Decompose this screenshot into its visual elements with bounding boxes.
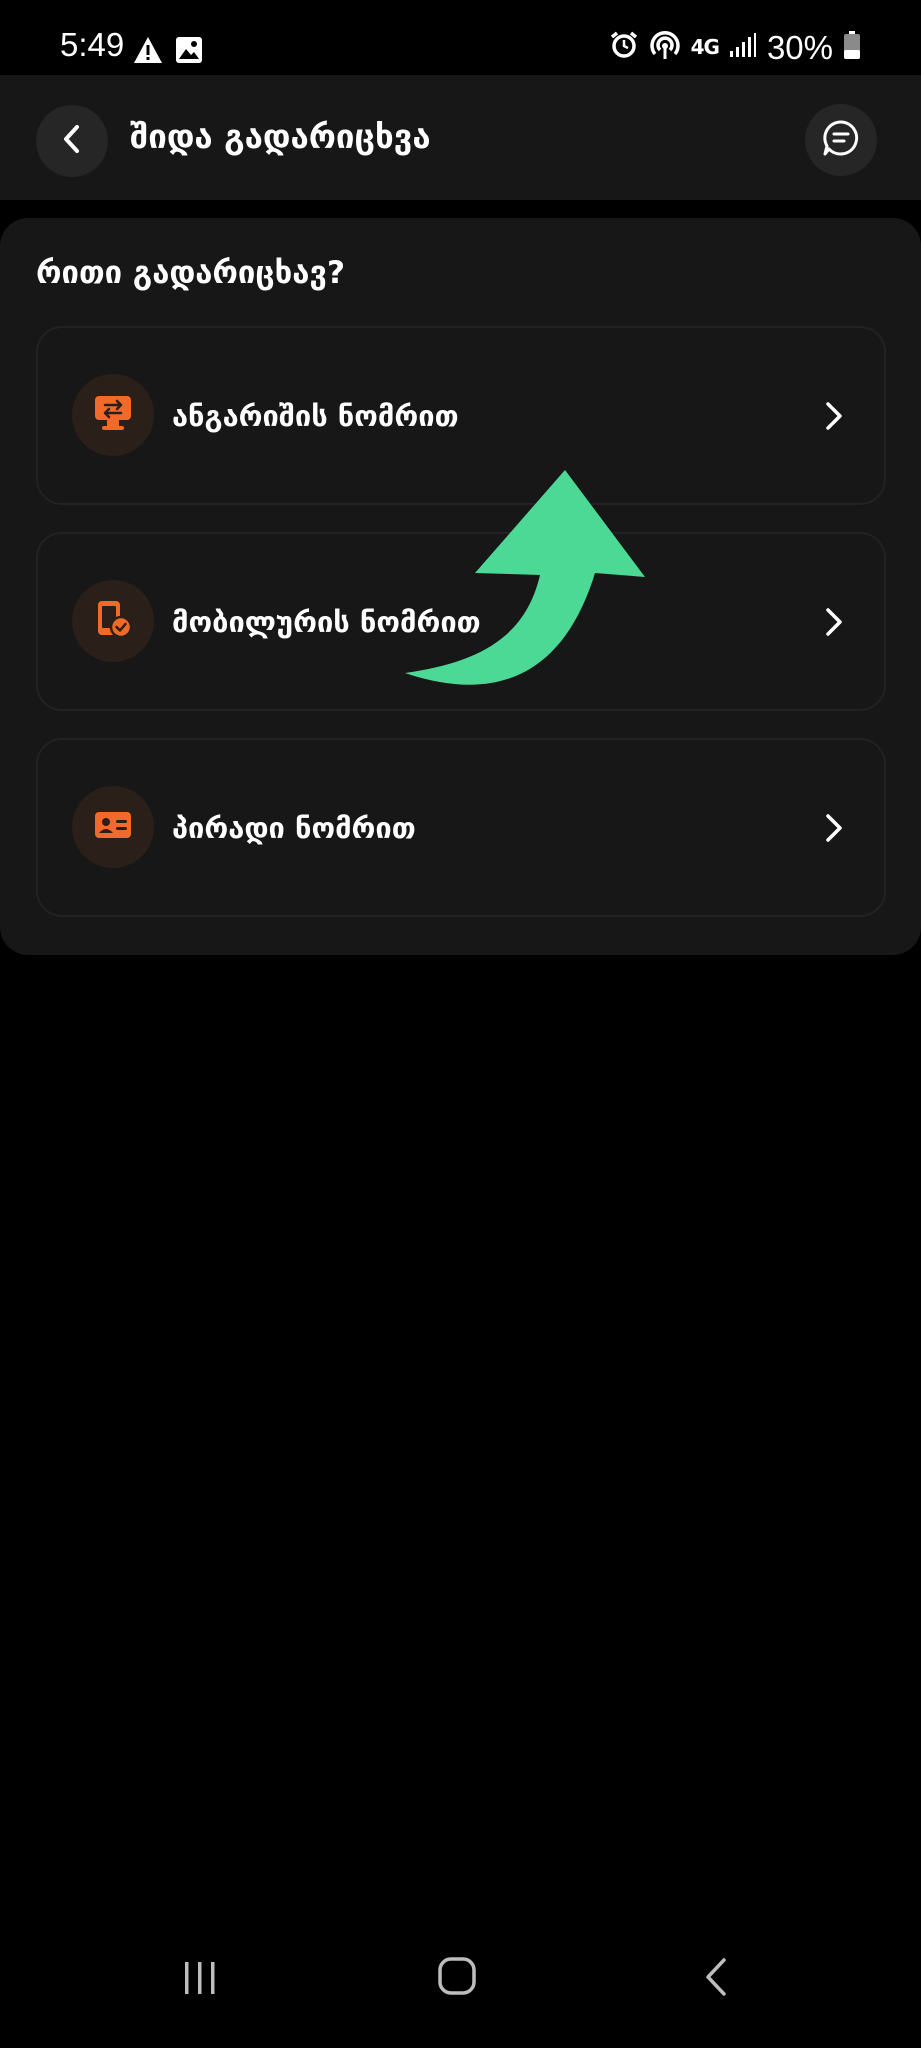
warning-icon (133, 36, 163, 68)
option-icon-bg (72, 785, 154, 868)
option-icon-bg (72, 373, 154, 456)
page-title: შიდა გადარიცხვა (130, 117, 431, 156)
option-label: ანგარიშის ნომრით (172, 398, 459, 433)
signal-icon (729, 32, 757, 62)
home-icon[interactable] (437, 1956, 477, 2000)
status-time: 5:49 (60, 26, 125, 63)
option-label: პირადი ნომრით (172, 810, 416, 845)
chat-button[interactable] (805, 104, 877, 176)
status-bar: 5:49 4G 30% (0, 0, 921, 75)
chevron-right-icon (822, 810, 846, 846)
curved-arrow-icon (405, 465, 655, 700)
section-title: რითი გადარიცხავ? (36, 255, 345, 291)
app-header: შიდა გადარიცხვა (0, 75, 921, 200)
status-right: 4G 30% (609, 30, 861, 64)
battery-icon (843, 30, 861, 64)
option-personal-number[interactable]: პირადი ნომრით (36, 738, 886, 917)
id-card-icon (93, 809, 133, 845)
back-button[interactable] (36, 105, 108, 177)
chevron-right-icon (822, 604, 846, 640)
chevron-left-icon (61, 123, 83, 159)
back-icon[interactable] (700, 1956, 732, 2002)
chat-icon (821, 118, 861, 162)
battery-percent: 30% (766, 28, 833, 66)
mobile-check-icon (93, 599, 133, 643)
image-icon (175, 36, 203, 68)
system-nav-bar (0, 1938, 921, 2048)
account-transfer-icon (93, 394, 133, 436)
option-icon-bg (72, 579, 154, 662)
chevron-right-icon (822, 398, 846, 434)
network-label: 4G (690, 35, 720, 59)
status-left-icons (133, 36, 203, 68)
alarm-icon (609, 30, 639, 64)
hotspot-icon (649, 30, 681, 64)
recents-icon[interactable] (180, 1958, 220, 2002)
screen: 5:49 4G 30% შიდა გადარიცხვა რითი გადარიც… (0, 0, 921, 2048)
